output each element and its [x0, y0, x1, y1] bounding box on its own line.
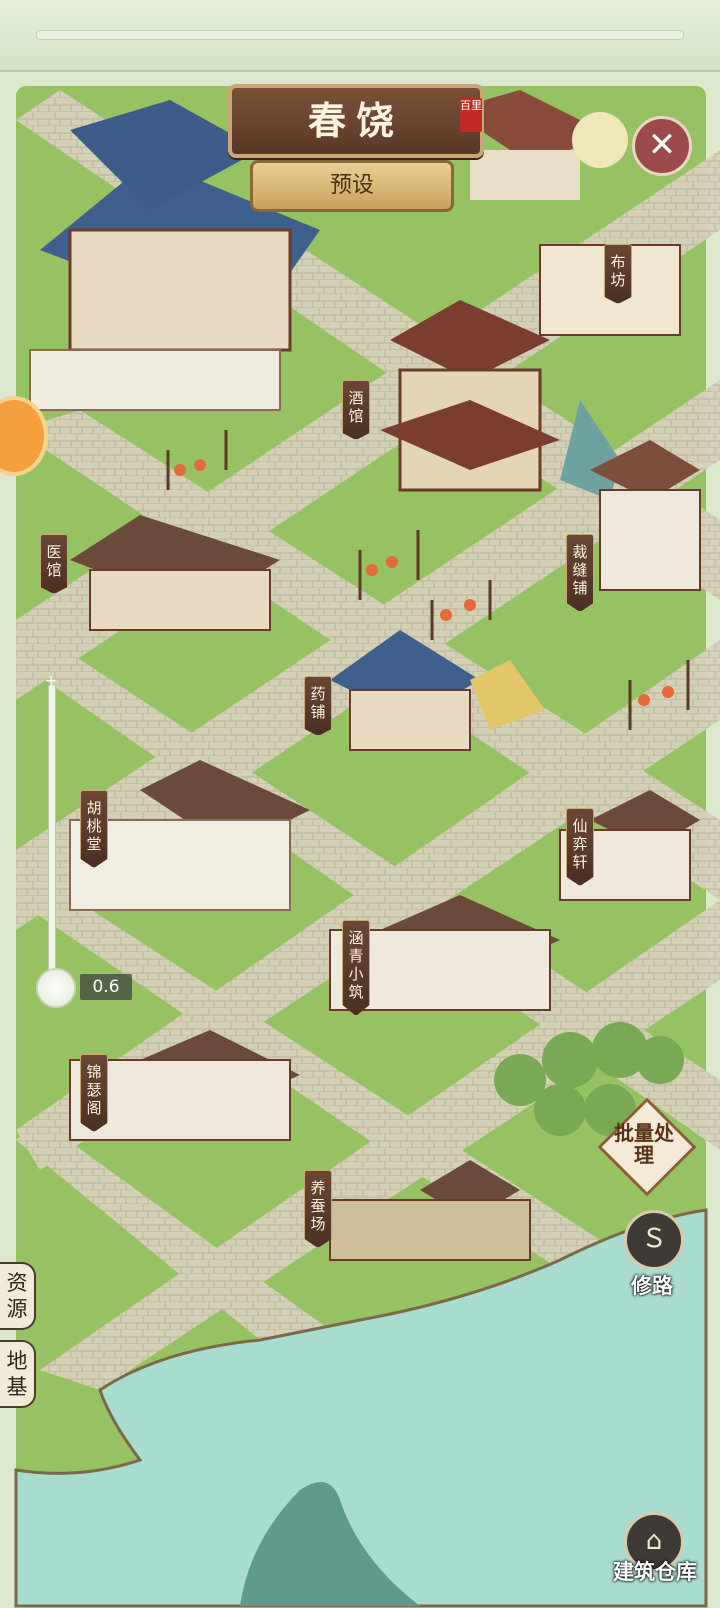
top-hud	[0, 0, 720, 72]
batch-button-label[interactable]: 批量处理	[606, 1122, 682, 1166]
sign-yangcanchang[interactable]: 养蚕场	[304, 1170, 332, 1248]
zoom-slider-knob[interactable]	[36, 968, 76, 1008]
warehouse-button-label[interactable]: 建筑仓库	[596, 1556, 714, 1586]
sign-xianyixuan[interactable]: 仙弈轩	[566, 808, 594, 886]
road-icon[interactable]: Ｓ	[624, 1210, 684, 1270]
sign-caifengpu[interactable]: 裁缝铺	[566, 534, 594, 612]
road-button-label[interactable]: 修路	[610, 1270, 694, 1300]
sign-hutaotang[interactable]: 胡桃堂	[80, 790, 108, 868]
sign-jinsege[interactable]: 锦瑟阁	[80, 1054, 108, 1132]
town-map[interactable]	[0, 0, 720, 1608]
close-icon[interactable]: ✕	[632, 116, 692, 176]
sign-jiuguan[interactable]: 酒馆	[342, 380, 370, 440]
page-title: 春饶	[228, 84, 484, 158]
title-seal: 百里	[460, 98, 482, 132]
zoom-plus-icon[interactable]: +	[44, 674, 58, 688]
preset-button[interactable]: 预设	[250, 160, 454, 212]
tab-foundation[interactable]: 地基	[0, 1340, 36, 1408]
tab-resources[interactable]: 资源	[0, 1262, 36, 1330]
sign-yaopu[interactable]: 药铺	[304, 676, 332, 736]
hud-divider	[36, 30, 684, 40]
sign-hanqingxiaozhu[interactable]: 涵青小筑	[342, 920, 370, 1016]
sign-bufang[interactable]: 布坊	[604, 244, 632, 304]
zoom-slider-track[interactable]	[48, 684, 56, 986]
sign-yiguan[interactable]: 医馆	[40, 534, 68, 594]
zoom-value: 0.6	[80, 974, 132, 1000]
